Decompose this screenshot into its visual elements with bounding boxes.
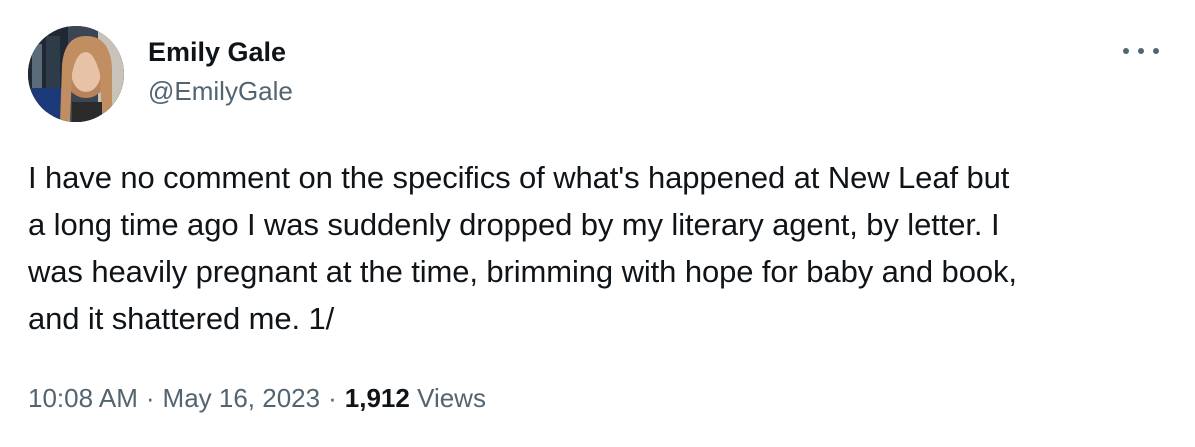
author-handle[interactable]: @EmilyGale — [148, 76, 293, 106]
meta-separator: · — [145, 383, 155, 413]
avatar-photo — [28, 26, 124, 122]
more-options-button[interactable] — [1123, 40, 1159, 62]
author-display-name[interactable]: Emily Gale — [148, 36, 293, 68]
avatar[interactable] — [28, 26, 124, 122]
tweet-meta: 10:08 AM · May 16, 2023 · 1,912 Views — [28, 381, 486, 415]
more-horizontal-icon — [1123, 48, 1129, 54]
views-count: 1,912 — [344, 383, 410, 413]
tweet-time[interactable]: 10:08 AM — [28, 383, 138, 413]
more-horizontal-icon — [1153, 48, 1159, 54]
tweet-card: Emily Gale @EmilyGale I have no comment … — [0, 0, 1195, 447]
tweet-text-line: and it shattered me. 1/ — [28, 301, 335, 336]
views-label: Views — [417, 383, 486, 413]
tweet-text-line: was heavily pregnant at the time, brimmi… — [28, 254, 1017, 289]
tweet-text-line: I have no comment on the specifics of wh… — [28, 160, 1010, 195]
tweet-text-line: a long time ago I was suddenly dropped b… — [28, 207, 1000, 242]
tweet-text: I have no comment on the specifics of wh… — [28, 154, 1168, 342]
meta-separator: · — [328, 383, 337, 413]
tweet-date[interactable]: May 16, 2023 — [163, 383, 321, 413]
more-horizontal-icon — [1138, 48, 1144, 54]
author-info: Emily Gale @EmilyGale — [148, 36, 293, 106]
